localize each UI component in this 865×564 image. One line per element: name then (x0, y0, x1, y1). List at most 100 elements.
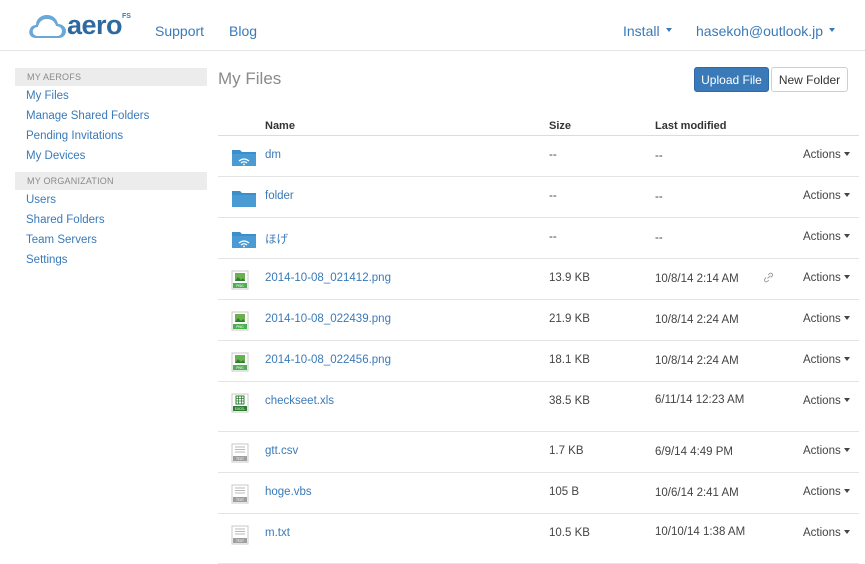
actions-label: Actions (803, 486, 841, 498)
chevron-down-icon (843, 447, 850, 452)
actions-dropdown[interactable]: Actions (803, 445, 850, 457)
file-name-link[interactable]: checkseet.xls (265, 395, 334, 407)
table-row[interactable]: dm -- -- Actions (218, 136, 859, 177)
table-row[interactable]: PNG 2014-10-08_021412.png 13.9 KB 10/8/14 2… (218, 259, 859, 300)
sidebar-item-users[interactable]: Users (15, 190, 207, 210)
file-name-link[interactable]: gtt.csv (265, 445, 298, 457)
actions-label: Actions (803, 149, 841, 161)
svg-text:TEXT: TEXT (235, 539, 244, 543)
table-row[interactable]: EXCEL checkseet.xls 38.5 KB 6/11/14 12:23 A… (218, 382, 859, 432)
shared-folder-icon (231, 147, 257, 170)
file-size: -- (549, 190, 557, 202)
install-label: Install (623, 23, 660, 39)
table-row[interactable]: PNG 2014-10-08_022439.png 21.9 KB 10/8/14 2… (218, 300, 859, 341)
actions-dropdown[interactable]: Actions (803, 231, 850, 243)
chevron-down-icon (843, 274, 850, 279)
png-file-icon: PNG (231, 352, 249, 375)
file-name-link[interactable]: ほげ (265, 231, 288, 247)
sidebar-item-my-devices[interactable]: My Devices (15, 146, 207, 166)
sidebar-section-my-organization: MY ORGANIZATION (15, 172, 207, 190)
png-file-icon: PNG (231, 270, 249, 293)
table-row[interactable]: folder -- -- Actions (218, 177, 859, 218)
file-name-link[interactable]: m.txt (265, 527, 290, 539)
file-size: 18.1 KB (549, 354, 590, 366)
sidebar-item-my-files[interactable]: My Files (15, 86, 207, 106)
chevron-down-icon (829, 28, 836, 33)
file-name-link[interactable]: 2014-10-08_022439.png (265, 313, 391, 325)
nav-support[interactable]: Support (155, 23, 204, 39)
file-size: -- (549, 149, 557, 161)
chevron-down-icon (843, 151, 850, 156)
file-last-modified: 10/10/14 1:38 AM (655, 526, 746, 538)
column-header-name[interactable]: Name (265, 120, 295, 132)
file-name-link[interactable]: hoge.vbs (265, 486, 312, 498)
aerofs-logo[interactable]: aero FS (27, 9, 133, 41)
upload-file-button[interactable]: Upload File (694, 67, 769, 92)
cloud-logo-icon (29, 15, 66, 38)
top-navbar: aero FS Support Blog Install hasekoh@out… (0, 0, 865, 51)
file-last-modified: -- (655, 150, 663, 162)
actions-dropdown[interactable]: Actions (803, 486, 850, 498)
file-size: 13.9 KB (549, 272, 590, 284)
file-rows: dm -- -- Actions folder -- -- Actions ほげ -- -- Acti… (218, 136, 859, 564)
folder-icon (231, 188, 257, 211)
actions-dropdown[interactable]: Actions (803, 313, 850, 325)
sidebar-item-pending-invitations[interactable]: Pending Invitations (15, 126, 207, 146)
chevron-down-icon (843, 192, 850, 197)
actions-label: Actions (803, 354, 841, 366)
file-size: -- (549, 231, 557, 243)
file-size: 10.5 KB (549, 527, 590, 539)
table-row[interactable]: TEXT gtt.csv 1.7 KB 6/9/14 4:49 PM Actions (218, 432, 859, 473)
actions-dropdown[interactable]: Actions (803, 272, 850, 284)
sidebar-item-shared-folders[interactable]: Shared Folders (15, 210, 207, 230)
column-header-size[interactable]: Size (549, 120, 571, 132)
text-file-icon: TEXT (231, 484, 249, 507)
actions-label: Actions (803, 395, 841, 407)
file-last-modified: 6/11/14 12:23 AM (655, 394, 745, 406)
sidebar-item-settings[interactable]: Settings (15, 250, 207, 270)
new-folder-button[interactable]: New Folder (771, 67, 848, 92)
actions-label: Actions (803, 190, 841, 202)
sidebar-item-team-servers[interactable]: Team Servers (15, 230, 207, 250)
file-name-link[interactable]: 2014-10-08_021412.png (265, 272, 391, 284)
file-name-link[interactable]: folder (265, 190, 294, 202)
table-row[interactable]: PNG 2014-10-08_022456.png 18.1 KB 10/8/14 2… (218, 341, 859, 382)
file-table: Name Size Last modified dm -- -- Actions fol… (218, 114, 859, 564)
svg-text:EXCEL: EXCEL (235, 407, 245, 411)
user-menu[interactable]: hasekoh@outlook.jp (696, 23, 836, 39)
install-dropdown[interactable]: Install (623, 23, 672, 39)
file-last-modified: 10/8/14 2:24 AM (655, 355, 739, 367)
chevron-down-icon (843, 233, 850, 238)
actions-dropdown[interactable]: Actions (803, 149, 850, 161)
actions-dropdown[interactable]: Actions (803, 527, 850, 539)
nav-blog[interactable]: Blog (229, 23, 257, 39)
brand-name: aero (67, 10, 123, 40)
user-email: hasekoh@outlook.jp (696, 23, 824, 39)
svg-text:PNG: PNG (236, 284, 244, 288)
actions-dropdown[interactable]: Actions (803, 190, 850, 202)
table-row[interactable]: TEXT hoge.vbs 105 B 10/6/14 2:41 AM Actions (218, 473, 859, 514)
file-size: 1.7 KB (549, 445, 584, 457)
actions-dropdown[interactable]: Actions (803, 395, 850, 407)
table-row[interactable]: TEXT m.txt 10.5 KB 10/10/14 1:38 AM Actions (218, 514, 859, 564)
file-last-modified: -- (655, 191, 663, 203)
link-icon[interactable] (763, 272, 774, 286)
png-file-icon: PNG (231, 311, 249, 334)
file-name-link[interactable]: dm (265, 149, 281, 161)
table-header: Name Size Last modified (218, 114, 859, 136)
actions-label: Actions (803, 272, 841, 284)
chevron-down-icon (843, 315, 850, 320)
file-last-modified: 6/9/14 4:49 PM (655, 446, 733, 458)
actions-dropdown[interactable]: Actions (803, 354, 850, 366)
file-name-link[interactable]: 2014-10-08_022456.png (265, 354, 391, 366)
sidebar: MY AEROFS My Files Manage Shared Folders… (15, 68, 207, 270)
sidebar-item-manage-shared-folders[interactable]: Manage Shared Folders (15, 106, 207, 126)
file-size: 38.5 KB (549, 395, 590, 407)
table-row[interactable]: ほげ -- -- Actions (218, 218, 859, 259)
svg-text:PNG: PNG (236, 325, 244, 329)
actions-label: Actions (803, 231, 841, 243)
column-header-last-modified[interactable]: Last modified (655, 120, 727, 132)
file-size: 21.9 KB (549, 313, 590, 325)
brand-superscript: FS (122, 13, 131, 20)
chevron-down-icon (843, 488, 850, 493)
